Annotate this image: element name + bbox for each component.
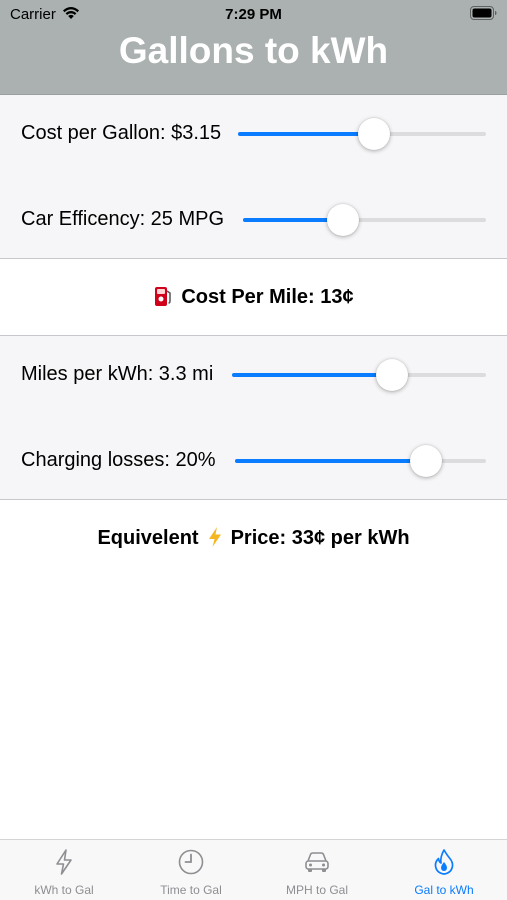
gas-settings-section: Cost per Gallon: $3.15 Car Efficency: 25… [0, 95, 507, 259]
cost-per-gallon-slider[interactable] [238, 118, 486, 150]
car-efficiency-label: Car Efficency: 25 MPG [21, 208, 225, 230]
cost-per-mile-label: Cost Per Mile: 13¢ [181, 286, 354, 308]
status-bar: Carrier 7:29 PM [0, 0, 507, 28]
tab-gal-to-kwh[interactable]: Gal to kWh [381, 840, 507, 900]
status-time: 7:29 PM [225, 6, 282, 23]
equivalent-price: Equivelent Price: 33¢ per kWh [0, 526, 507, 550]
charging-losses-slider[interactable] [235, 445, 486, 477]
tab-label: kWh to Gal [34, 883, 94, 897]
tab-kwh-to-gal[interactable]: kWh to Gal [1, 840, 127, 900]
slider-thumb[interactable] [358, 118, 391, 150]
equivalent-suffix: Price: 33¢ per kWh [230, 527, 410, 549]
tab-mph-to-gal[interactable]: MPH to Gal [254, 840, 380, 900]
electric-settings-section: Miles per kWh: 3.3 mi Charging losses: 2… [0, 336, 507, 500]
tab-label: Time to Gal [160, 883, 222, 897]
flame-icon [434, 849, 454, 875]
bolt-icon [56, 849, 72, 875]
charging-losses-row: Charging losses: 20% [0, 439, 507, 483]
tab-label: MPH to Gal [285, 883, 348, 897]
cost-per-mile-section: Cost Per Mile: 13¢ [0, 259, 507, 336]
miles-per-kwh-row: Miles per kWh: 3.3 mi [0, 353, 507, 397]
cost-per-gallon-row: Cost per Gallon: $3.15 [0, 112, 507, 156]
equivalent-prefix: Equivelent [97, 527, 199, 549]
car-icon [305, 852, 329, 872]
slider-thumb[interactable] [409, 445, 442, 477]
tab-label: Gal to kWh [414, 883, 474, 897]
cost-per-gallon-label: Cost per Gallon: $3.15 [21, 122, 222, 144]
slider-thumb[interactable] [326, 204, 359, 236]
car-efficiency-row: Car Efficency: 25 MPG [0, 198, 507, 242]
clock-icon [178, 849, 204, 875]
fuel-pump-icon [155, 287, 172, 306]
cost-per-mile: Cost Per Mile: 13¢ [0, 285, 507, 309]
slider-fill [235, 459, 426, 463]
slider-thumb[interactable] [376, 359, 409, 391]
tab-time-to-gal[interactable]: Time to Gal [128, 840, 254, 900]
battery-icon [470, 6, 497, 20]
charging-losses-label: Charging losses: 20% [21, 449, 216, 471]
miles-per-kwh-slider[interactable] [232, 359, 486, 391]
car-efficiency-slider[interactable] [243, 204, 486, 236]
lightning-icon [208, 527, 221, 547]
miles-per-kwh-label: Miles per kWh: 3.3 mi [21, 363, 214, 385]
slider-fill [232, 373, 393, 377]
tab-bar: kWh to Gal Time to Gal MPH to Gal Gal to… [0, 839, 507, 900]
page-title: Gallons to kWh [118, 30, 389, 71]
slider-fill [238, 132, 375, 136]
header: Carrier 7:29 PM Gallons to kWh [0, 0, 507, 95]
